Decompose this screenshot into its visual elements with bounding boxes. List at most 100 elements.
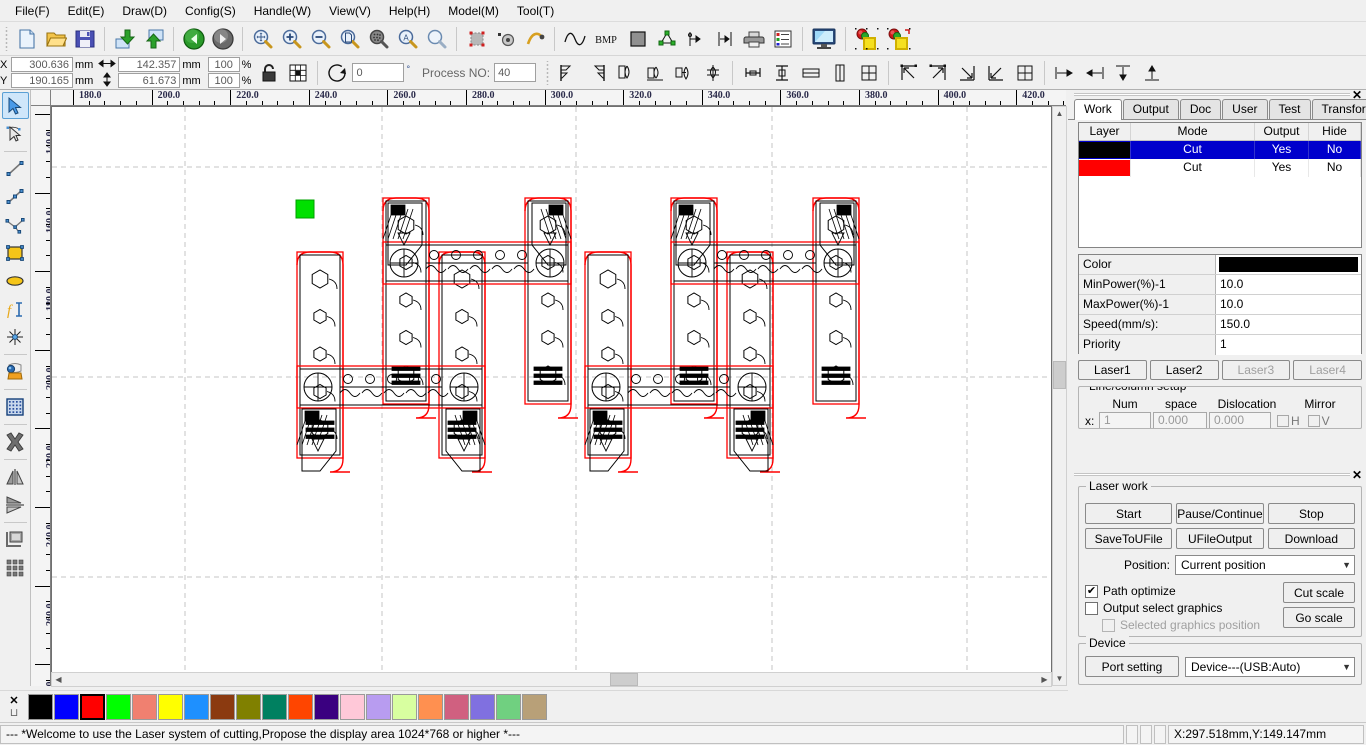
color-swatch[interactable]: [340, 693, 365, 720]
bezier-tool[interactable]: [2, 211, 29, 238]
y-position-input[interactable]: 190.165: [11, 73, 73, 88]
palette-close-icon[interactable]: ✕: [9, 695, 18, 707]
measure-icon[interactable]: [681, 24, 710, 53]
menu-item-file[interactable]: File(F): [6, 1, 59, 21]
tab-test[interactable]: Test: [1268, 99, 1311, 119]
color-swatch[interactable]: [444, 693, 469, 720]
output-select-graphics-row[interactable]: Output select graphics: [1085, 601, 1283, 615]
property-value[interactable]: 10.0: [1216, 275, 1361, 294]
output-2-icon[interactable]: [883, 24, 915, 53]
menu-item-model[interactable]: Model(M): [439, 1, 508, 21]
path-optimize-checkbox[interactable]: ✔: [1085, 584, 1098, 598]
dim-top-icon[interactable]: [1108, 58, 1137, 87]
laser1-button[interactable]: Laser1: [1078, 360, 1147, 380]
origin-center-icon[interactable]: [1010, 58, 1039, 87]
layer-hide-cell[interactable]: No: [1309, 141, 1361, 159]
layer-color-swatch[interactable]: [1079, 160, 1130, 176]
grid-tool[interactable]: [2, 554, 29, 581]
vertical-ruler[interactable]: 140.0160.0180.0200.0220.0240.0260.0280.0: [31, 106, 51, 686]
x-position-input[interactable]: 300.636: [11, 57, 73, 72]
canvas-artwork[interactable]: [52, 107, 1051, 685]
menu-item-handle[interactable]: Handle(W): [245, 1, 320, 21]
origin-marker[interactable]: [295, 199, 315, 219]
color-swatch[interactable]: [106, 693, 131, 720]
mirror-horizontal-tool[interactable]: [2, 463, 29, 490]
rectangle-tool[interactable]: [2, 239, 29, 266]
scale-y-input[interactable]: 100: [207, 73, 240, 88]
artwork-module[interactable]: [584, 197, 866, 473]
polyline-tool[interactable]: [2, 183, 29, 210]
zoom-selection-icon[interactable]: [364, 24, 393, 53]
scroll-up-arrow[interactable]: ▲: [1053, 107, 1066, 120]
offset-icon[interactable]: [491, 24, 520, 53]
layer-color-swatch[interactable]: [1079, 142, 1130, 158]
group-icon[interactable]: [652, 24, 681, 53]
distribute-v-icon[interactable]: [767, 58, 796, 87]
origin-topright-icon[interactable]: [923, 58, 952, 87]
save-to-ufile-button[interactable]: SaveToUFile: [1085, 528, 1173, 549]
fill-icon[interactable]: [623, 24, 652, 53]
zoom-pan-icon[interactable]: [248, 24, 277, 53]
align-center-h-icon[interactable]: [669, 58, 698, 87]
menu-item-draw[interactable]: Draw(D): [113, 1, 176, 21]
property-row-priority[interactable]: Priority 1: [1079, 335, 1361, 355]
align-right-icon[interactable]: [582, 58, 611, 87]
path-optimize-row[interactable]: ✔ Path optimize: [1085, 584, 1283, 598]
laser-work-close-icon[interactable]: ✕: [1352, 468, 1362, 482]
menu-item-edit[interactable]: Edit(E): [59, 1, 114, 21]
drawing-canvas[interactable]: [51, 106, 1052, 686]
color-swatch[interactable]: [28, 693, 53, 720]
property-row-maxpower[interactable]: MaxPower(%)-1 10.0: [1079, 295, 1361, 315]
size-equal-both-icon[interactable]: [854, 58, 883, 87]
node-edit-tool[interactable]: [2, 120, 29, 147]
canvas-vertical-scrollbar[interactable]: ▲ ▼: [1052, 106, 1067, 686]
horizontal-ruler[interactable]: 180.0 200.0 220.0 240.0 260.0 280.0 300.0 320.0…: [51, 90, 1066, 106]
position-dropdown[interactable]: Current position ▼: [1175, 555, 1355, 575]
color-swatch[interactable]: [288, 693, 313, 720]
layer-color-cell[interactable]: [1079, 141, 1131, 159]
dislocation-input[interactable]: 0.000: [1209, 412, 1271, 428]
layer-color-cell[interactable]: [1079, 159, 1131, 177]
color-swatch[interactable]: [392, 693, 417, 720]
pause-continue-button[interactable]: Pause/Continue: [1176, 503, 1264, 524]
toolbar-grip[interactable]: [544, 60, 552, 85]
property-value[interactable]: 1: [1216, 335, 1361, 355]
zoom-in-icon[interactable]: [277, 24, 306, 53]
rotate-icon[interactable]: [323, 58, 352, 87]
process-no-input[interactable]: 40: [494, 63, 537, 82]
layer-list-icon[interactable]: [768, 24, 797, 53]
layer-table[interactable]: Layer Mode Output Hide Cut Yes No Cut Yes No: [1078, 122, 1362, 248]
device-dropdown[interactable]: Device---(USB:Auto) ▼: [1185, 656, 1355, 677]
save-file-icon[interactable]: [70, 24, 99, 53]
tab-transform[interactable]: Transform: [1311, 99, 1366, 119]
height-input[interactable]: 61.673: [118, 73, 181, 88]
scroll-left-arrow[interactable]: ◀: [52, 673, 65, 686]
width-input[interactable]: 142.357: [118, 57, 181, 72]
align-top-icon[interactable]: [611, 58, 640, 87]
panel-drag-lines[interactable]: [1074, 472, 1350, 478]
canvas-horizontal-scrollbar[interactable]: ◀ ▶: [51, 672, 1052, 687]
layer-color-swatch[interactable]: [1219, 257, 1358, 272]
scale-x-input[interactable]: 100: [207, 57, 240, 72]
align-center-v-icon[interactable]: [698, 58, 727, 87]
menu-item-tool[interactable]: Tool(T): [508, 1, 563, 21]
ufile-output-button[interactable]: UFileOutput: [1176, 528, 1264, 549]
property-row-speed[interactable]: Speed(mm/s): 150.0: [1079, 315, 1361, 335]
tab-doc[interactable]: Doc: [1179, 99, 1222, 119]
bmp-icon[interactable]: BMP: [589, 24, 623, 53]
dim-right-icon[interactable]: [1079, 58, 1108, 87]
layer-output-cell[interactable]: Yes: [1255, 159, 1309, 177]
layer-hide-cell[interactable]: No: [1309, 159, 1361, 177]
color-swatch[interactable]: [54, 693, 79, 720]
redo-icon[interactable]: [208, 24, 237, 53]
align-left-icon[interactable]: [553, 58, 582, 87]
color-swatch[interactable]: [184, 693, 209, 720]
start-button[interactable]: Start: [1085, 503, 1173, 524]
array-tool[interactable]: [2, 526, 29, 553]
table-row[interactable]: Cut Yes No: [1079, 141, 1361, 159]
download-button[interactable]: Download: [1267, 528, 1355, 549]
layer-property-grid[interactable]: Color MinPower(%)-1 10.0 MaxPower(%)-1 1…: [1078, 254, 1362, 355]
mirror-v-checkbox[interactable]: [1307, 414, 1320, 427]
dim-bottom-icon[interactable]: [1137, 58, 1166, 87]
print-icon[interactable]: [739, 24, 768, 53]
